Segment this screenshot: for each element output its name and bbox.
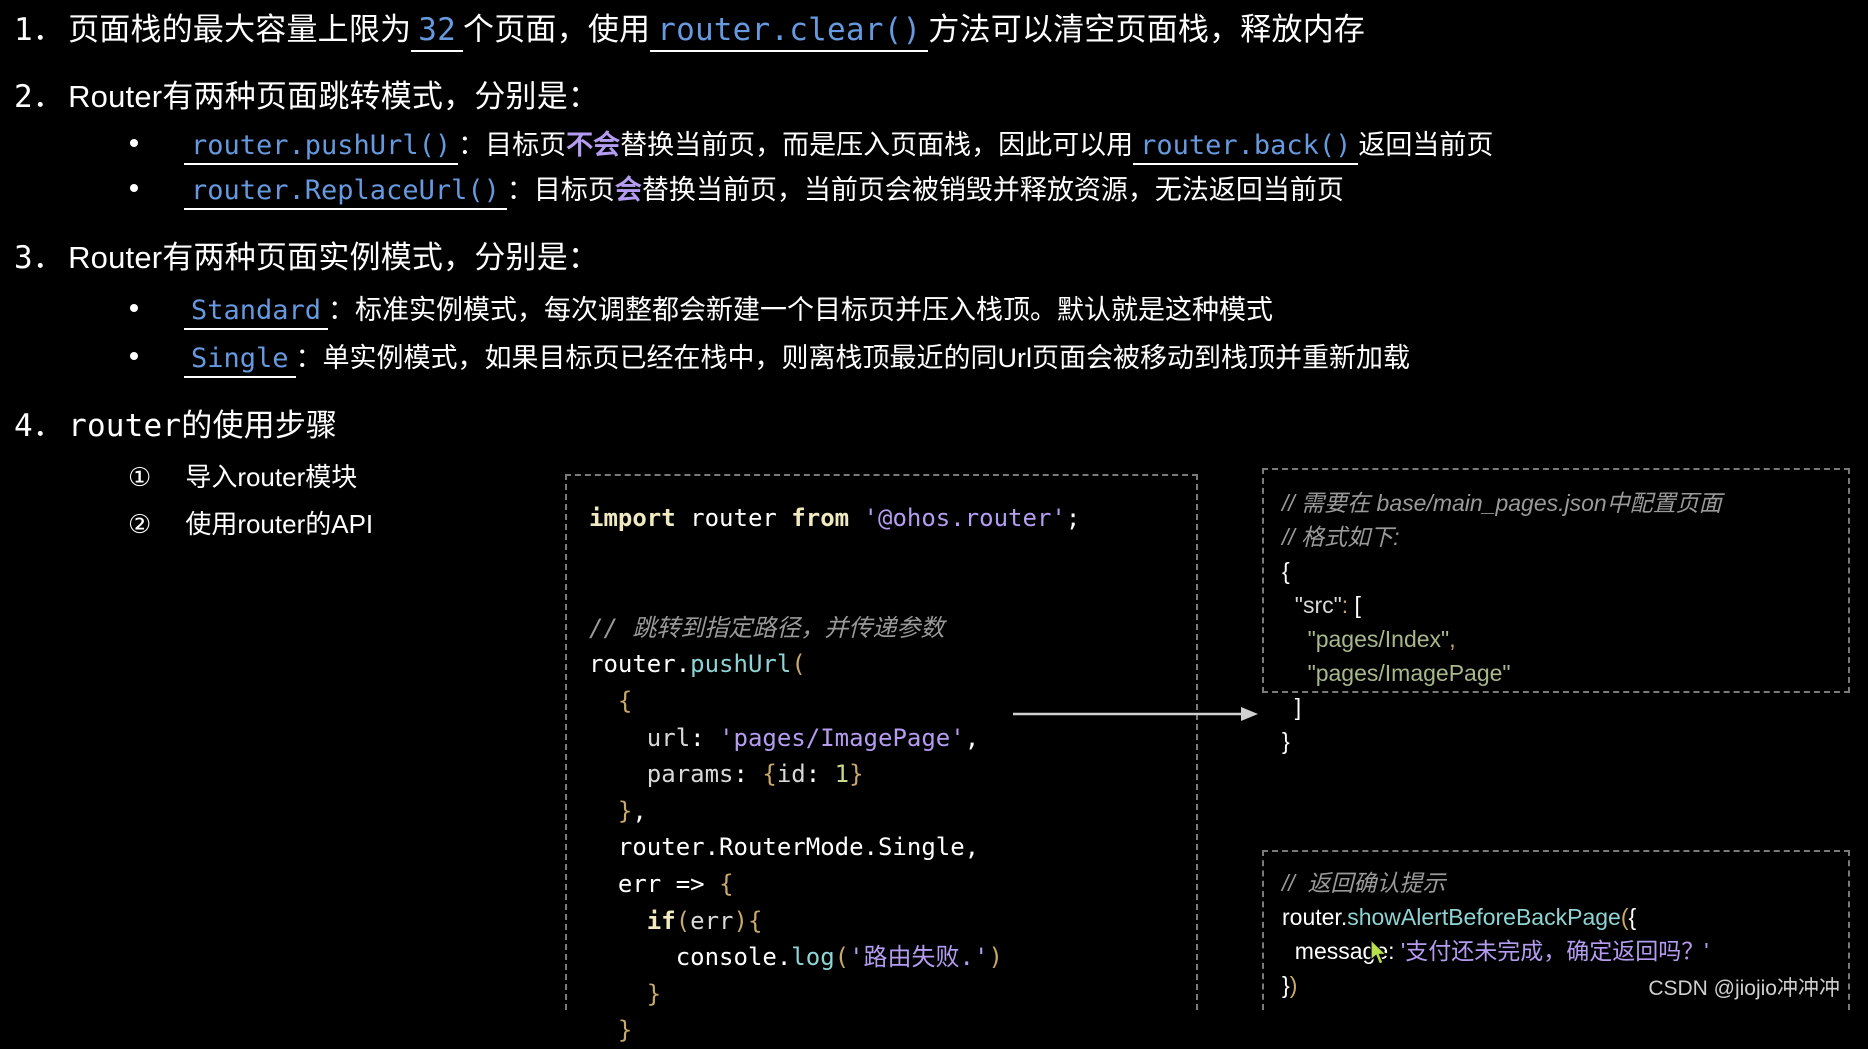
sub-1-emphasis: 不会 bbox=[566, 130, 621, 160]
outline-item-2-sub-2: router.ReplaceUrl() ：目标页 会 替换当前页，当前页会被销毁… bbox=[130, 168, 1344, 211]
sub-1-text-b: 替换当前页，而是压入页面栈，因此可以用 bbox=[620, 130, 1134, 160]
outline-item-4: 4． router的使用步骤 bbox=[14, 400, 337, 445]
outline-item-1-text-a: 页面栈的最大容量上限为 bbox=[68, 12, 412, 47]
outline-item-4-number: 4． bbox=[14, 408, 65, 444]
arrow-url-to-config-icon bbox=[1013, 707, 1258, 721]
outline-item-1-text-b: 个页面，使用 bbox=[463, 12, 651, 47]
bullet-icon bbox=[130, 304, 138, 312]
code-main-content: import router from '@ohos.router'; // 跳转… bbox=[589, 504, 1081, 1045]
outline-item-4-text: router的使用步骤 bbox=[68, 408, 338, 444]
bullet-icon bbox=[130, 352, 138, 360]
sub-3-text: ：标准实例模式，每次调整都会新建一个目标页并压入栈顶。默认就是这种模式 bbox=[328, 295, 1274, 325]
outline-item-3-sub-2: Single ：单实例模式，如果目标页已经在栈中，则离栈顶最近的同Url页面会被… bbox=[130, 336, 1411, 379]
sub-1-text-a: ：目标页 bbox=[458, 130, 567, 160]
code-config-content: // 需要在 base/main_pages.json中配置页面 // 格式如下… bbox=[1282, 490, 1722, 754]
outline-item-1-value-32: 32 bbox=[411, 14, 464, 52]
sub-2-text-b: 替换当前页，当前页会被销毁并释放资源，无法返回当前页 bbox=[641, 175, 1344, 205]
outline-item-2-number: 2． bbox=[14, 79, 65, 115]
watermark: CSDN @jiojio冲冲冲 bbox=[1648, 977, 1840, 1000]
mode-standard: Standard bbox=[184, 296, 329, 331]
code-block-main-pages-config: // 需要在 base/main_pages.json中配置页面 // 格式如下… bbox=[1262, 468, 1850, 754]
sub-2-emphasis: 会 bbox=[614, 175, 642, 205]
sub-2-text-a: ：目标页 bbox=[506, 175, 615, 205]
outline-item-3-text: Router有两种页面实例模式，分别是： bbox=[68, 240, 600, 275]
outline-item-1-text-c: 方法可以清空页面栈，释放内存 bbox=[928, 12, 1366, 47]
mode-single: Single bbox=[184, 344, 296, 379]
api-pushurl: router.pushUrl() bbox=[184, 131, 459, 166]
step-1-label: 导入router模块 bbox=[185, 462, 358, 492]
mouse-cursor-icon bbox=[1370, 939, 1388, 965]
sub-1-text-c: 返回当前页 bbox=[1358, 130, 1494, 160]
circled-one-icon: ① bbox=[128, 463, 152, 493]
outline-item-3-number: 3． bbox=[14, 240, 65, 276]
api-back: router.back() bbox=[1133, 131, 1359, 166]
outline-item-4-step-2: ② 使用router的API bbox=[128, 504, 373, 541]
outline-item-2: 2． Router有两种页面跳转模式，分别是： bbox=[14, 71, 599, 116]
outline-item-1: 1． 页面栈的最大容量上限为 32 个页面，使用 router.clear() … bbox=[14, 4, 1365, 52]
circled-two-icon: ② bbox=[128, 510, 152, 540]
outline-item-3: 3． Router有两种页面实例模式，分别是： bbox=[14, 232, 599, 277]
outline-item-1-api-clear: router.clear() bbox=[650, 14, 929, 52]
api-replaceurl: router.ReplaceUrl() bbox=[184, 176, 507, 211]
outline-item-2-sub-1: router.pushUrl() ：目标页 不会 替换当前页，而是压入页面栈，因… bbox=[130, 123, 1494, 166]
outline-item-4-step-1: ① 导入router模块 bbox=[128, 457, 357, 494]
outline-item-2-text: Router有两种页面跳转模式，分别是： bbox=[68, 79, 600, 114]
code-block-router-pushurl: import router from '@ohos.router'; // 跳转… bbox=[565, 474, 1198, 1044]
outline-item-3-sub-1: Standard ：标准实例模式，每次调整都会新建一个目标页并压入栈顶。默认就是… bbox=[130, 288, 1274, 331]
outline-item-1-number: 1． bbox=[14, 12, 65, 48]
bullet-icon bbox=[130, 139, 138, 147]
sub-4-text: ：单实例模式，如果目标页已经在栈中，则离栈顶最近的同Url页面会被移动到栈顶并重… bbox=[295, 343, 1411, 373]
step-2-label: 使用router的API bbox=[185, 509, 374, 539]
bullet-icon bbox=[130, 184, 138, 192]
